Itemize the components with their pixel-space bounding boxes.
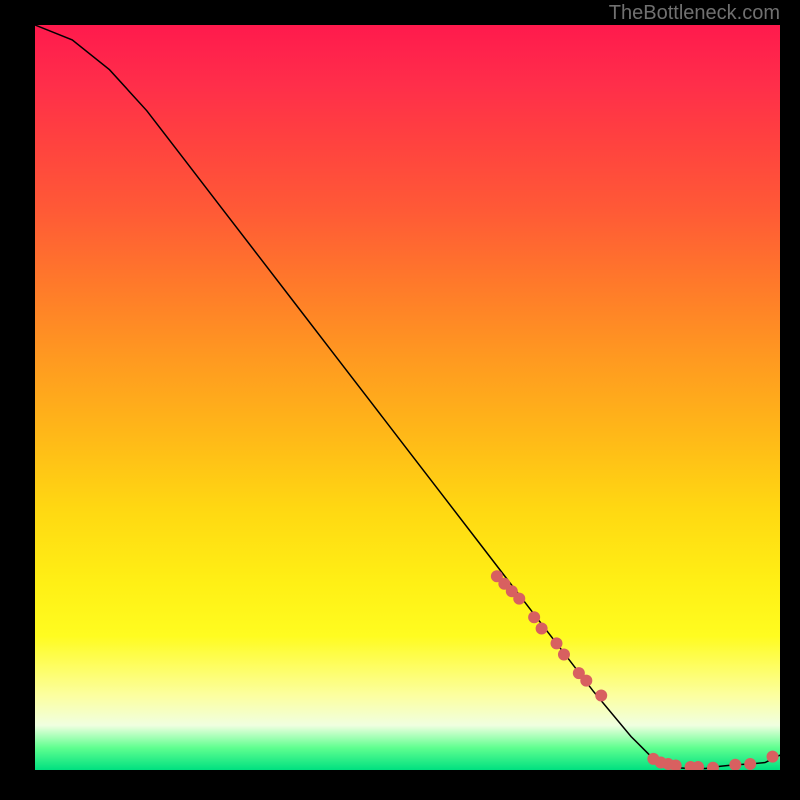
watermark-text: TheBottleneck.com (609, 2, 780, 25)
data-marker (744, 758, 756, 770)
data-marker (729, 759, 741, 770)
plot-area (35, 25, 780, 770)
data-marker (580, 675, 592, 687)
data-marker (536, 622, 548, 634)
data-marker (551, 637, 563, 649)
data-marker (595, 690, 607, 702)
data-marker (558, 649, 570, 661)
data-marker (767, 751, 779, 763)
data-marker (707, 762, 719, 770)
bottleneck-curve-line (35, 25, 780, 769)
data-marker (513, 593, 525, 605)
data-marker (528, 611, 540, 623)
chart-svg (35, 25, 780, 770)
